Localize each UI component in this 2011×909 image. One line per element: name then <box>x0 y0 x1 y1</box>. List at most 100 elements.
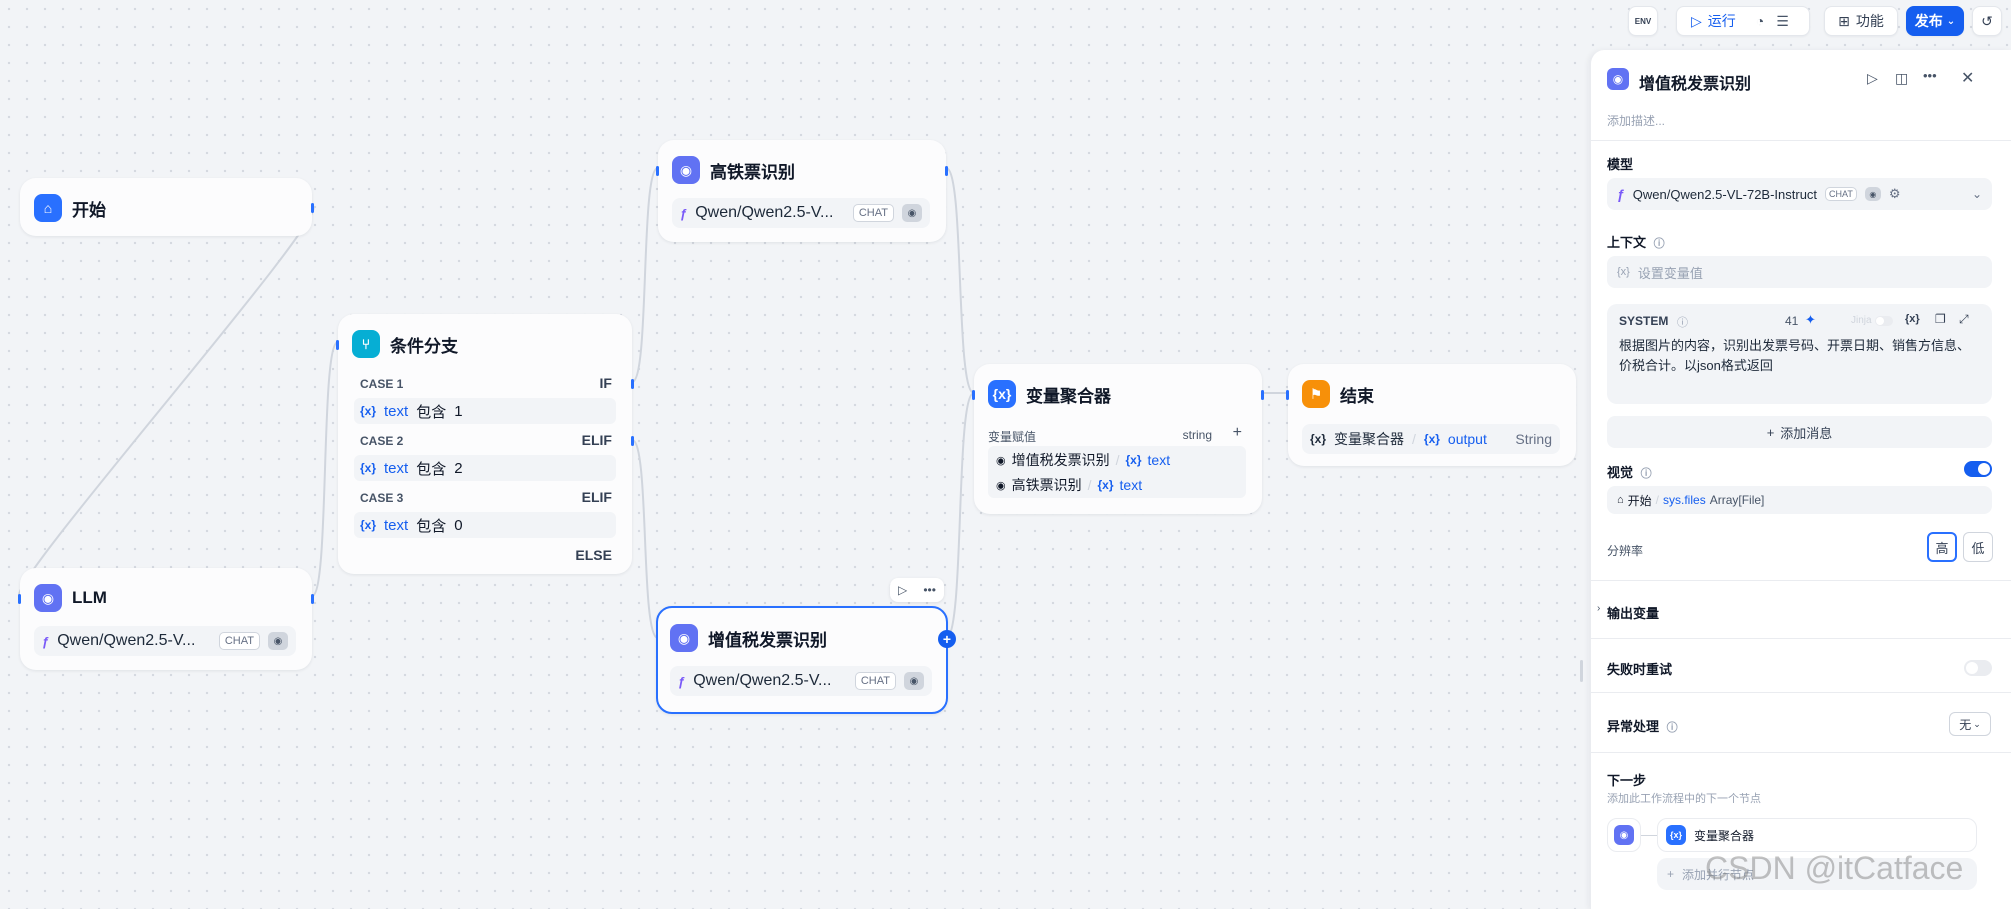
play-icon[interactable]: ▷ <box>1867 70 1878 87</box>
error-handling-select[interactable]: 无 ⌄ <box>1949 712 1991 736</box>
resolution-label: 分辨率 <box>1607 544 1644 558</box>
model-provider-icon: ƒ <box>678 673 686 689</box>
publish-button[interactable]: 发布 ⌄ <box>1906 6 1964 36</box>
node-end[interactable]: ⚑ 结束 {x} 变量聚合器 / {x} output String <box>1286 364 1576 466</box>
output-handle[interactable] <box>311 594 314 604</box>
node-variable-aggregator[interactable]: {x} 变量聚合器 变量赋值 string + ◉ 增值税发票识别 / {x} … <box>972 364 1264 514</box>
next-node-item[interactable]: {x} 变量聚合器 <box>1657 818 1977 852</box>
case-label: CASE 3 <box>360 491 404 505</box>
add-message-button[interactable]: + 添加消息 <box>1607 416 1992 448</box>
next-step-hint: 添加此工作流程中的下一个节点 <box>1607 793 1761 805</box>
play-icon[interactable]: ▷ <box>898 583 907 597</box>
jinja-toggle[interactable] <box>1875 316 1893 326</box>
case2-handle[interactable] <box>631 436 634 446</box>
variable-icon: {x} <box>360 404 377 418</box>
jinja-label: Jinja <box>1851 315 1872 326</box>
more-icon[interactable]: ••• <box>923 583 936 597</box>
input-handle[interactable] <box>18 594 21 604</box>
plus-icon: + <box>1766 424 1775 440</box>
features-button[interactable]: ⊞ 功能 <box>1824 6 1898 36</box>
condition-variable: text <box>384 459 409 477</box>
condition-value: 2 <box>454 459 463 477</box>
resolution-high-option[interactable]: 高 <box>1927 532 1957 562</box>
close-icon[interactable]: ✕ <box>1961 68 1974 88</box>
context-label-text: 上下文 <box>1607 235 1647 250</box>
case1-handle[interactable] <box>631 379 634 389</box>
edge-start-llm <box>18 205 315 597</box>
condition-row: {x} text 包含 2 <box>354 455 616 481</box>
brain-icon: ◉ <box>996 454 1006 467</box>
add-variable-icon[interactable]: + <box>1233 424 1242 442</box>
resolution-low-option[interactable]: 低 <box>1963 532 1993 562</box>
help-icon: ⓘ <box>1653 238 1665 250</box>
node-vat-invoice[interactable]: ◉ 增值税发票识别 ƒ Qwen/Qwen2.5-V... CHAT ◉ + <box>656 606 956 714</box>
output-handle[interactable] <box>311 203 314 213</box>
input-handle[interactable] <box>336 340 339 350</box>
checklist-icon[interactable]: ◔ <box>1756 13 1764 29</box>
output-handle[interactable] <box>1261 390 1264 400</box>
input-handle[interactable] <box>972 390 975 400</box>
help-icon: ⓘ <box>1677 317 1688 329</box>
help-icon: ⓘ <box>1640 468 1652 480</box>
source-variable: text <box>1147 452 1171 468</box>
chevron-right-icon[interactable]: › <box>1597 603 1600 614</box>
model-provider-icon: ƒ <box>1617 186 1625 202</box>
description-input[interactable]: 添加描述... <box>1607 112 1665 129</box>
chat-badge: CHAT <box>218 632 260 650</box>
panel-title[interactable]: 增值税发票识别 <box>1639 70 1751 94</box>
run-button[interactable]: 运行 <box>1708 11 1736 31</box>
vision-variable[interactable]: ⌂ 开始 / sys.files Array[File] <box>1607 486 1992 514</box>
vision-label-text: 视觉 <box>1607 465 1634 480</box>
condition-operator: 包含 <box>416 517 447 535</box>
model-name: Qwen/Qwen2.5-V... <box>695 204 834 221</box>
copy-icon[interactable]: ❐ <box>1935 312 1946 326</box>
current-node-thumb: ◉ <box>1607 818 1641 852</box>
model-settings-icon[interactable]: ⚙ <box>1889 186 1901 202</box>
help-book-icon[interactable]: ◫ <box>1895 70 1908 87</box>
output-handle[interactable] <box>945 166 948 176</box>
condition-operator: 包含 <box>416 460 447 478</box>
model-selector: ƒ Qwen/Qwen2.5-V... CHAT ◉ <box>672 198 930 228</box>
play-icon[interactable]: ▷ <box>1691 13 1702 30</box>
end-icon: ⚑ <box>1302 380 1330 408</box>
output-variables-toggle[interactable]: 输出变量 <box>1607 603 1659 622</box>
resolution-high-label: 高 <box>1935 540 1949 556</box>
node-title: 高铁票识别 <box>710 162 795 182</box>
case-kind: ELIF <box>581 432 612 448</box>
input-handle[interactable] <box>1286 390 1289 400</box>
node-title: 增值税发票识别 <box>708 630 827 650</box>
model-provider-icon: ƒ <box>680 205 688 221</box>
insert-variable-icon[interactable]: {x} <box>1905 313 1920 325</box>
node-condition-branch[interactable]: ⑂ 条件分支 CASE 1 IF {x} text 包含 1 CASE 2 EL… <box>336 314 634 574</box>
model-selector[interactable]: ƒ Qwen/Qwen2.5-VL-72B-Instruct CHAT ◉ ⚙ … <box>1607 178 1992 210</box>
brain-icon: ◉ <box>670 624 698 652</box>
expand-icon[interactable]: ⤢ <box>1959 312 1969 327</box>
chevron-down-icon: ⌄ <box>1973 718 1981 729</box>
variable-icon: {x} <box>1310 432 1327 446</box>
else-label: ELSE <box>575 547 612 563</box>
condition-row: {x} text 包含 0 <box>354 512 616 538</box>
node-rail-ticket[interactable]: ◉ 高铁票识别 ƒ Qwen/Qwen2.5-V... CHAT ◉ <box>656 140 948 242</box>
output-variable-row: {x} 变量聚合器 / {x} output String <box>1302 424 1560 454</box>
node-llm[interactable]: ◉ LLM ƒ Qwen/Qwen2.5-V... CHAT ◉ <box>18 568 314 670</box>
next-step-label: 下一步 <box>1607 773 1647 788</box>
version-history-button[interactable]: ↺ <box>1972 6 2002 36</box>
history-list-icon[interactable]: ☰ <box>1776 13 1789 30</box>
system-prompt-text[interactable]: 根据图片的内容，识别出发票号码、开票日期、销售方信息、价税合计。以json格式返… <box>1619 336 1981 376</box>
brain-icon: ◉ <box>1607 68 1629 90</box>
model-name: Qwen/Qwen2.5-V... <box>57 632 196 649</box>
more-icon[interactable]: ••• <box>1923 68 1937 83</box>
vision-toggle[interactable] <box>1964 461 1992 477</box>
env-button[interactable]: ENV <box>1628 6 1658 36</box>
env-icon: ENV <box>1634 16 1652 26</box>
retry-toggle[interactable] <box>1964 660 1992 676</box>
edge-rail-agg <box>945 167 975 394</box>
sparkle-icon[interactable]: ✦ <box>1805 312 1816 328</box>
panel-resize-handle[interactable] <box>1580 660 1583 682</box>
input-handle[interactable] <box>656 166 659 176</box>
add-next-node-icon[interactable]: + <box>938 630 956 648</box>
context-input[interactable]: {x} 设置变量值 <box>1607 256 1992 288</box>
node-start[interactable]: ⌂ 开始 <box>20 178 314 236</box>
add-parallel-node-button[interactable]: + 添加并行节点 <box>1657 858 1977 890</box>
model-selector: ƒ Qwen/Qwen2.5-V... CHAT ◉ <box>670 666 932 696</box>
